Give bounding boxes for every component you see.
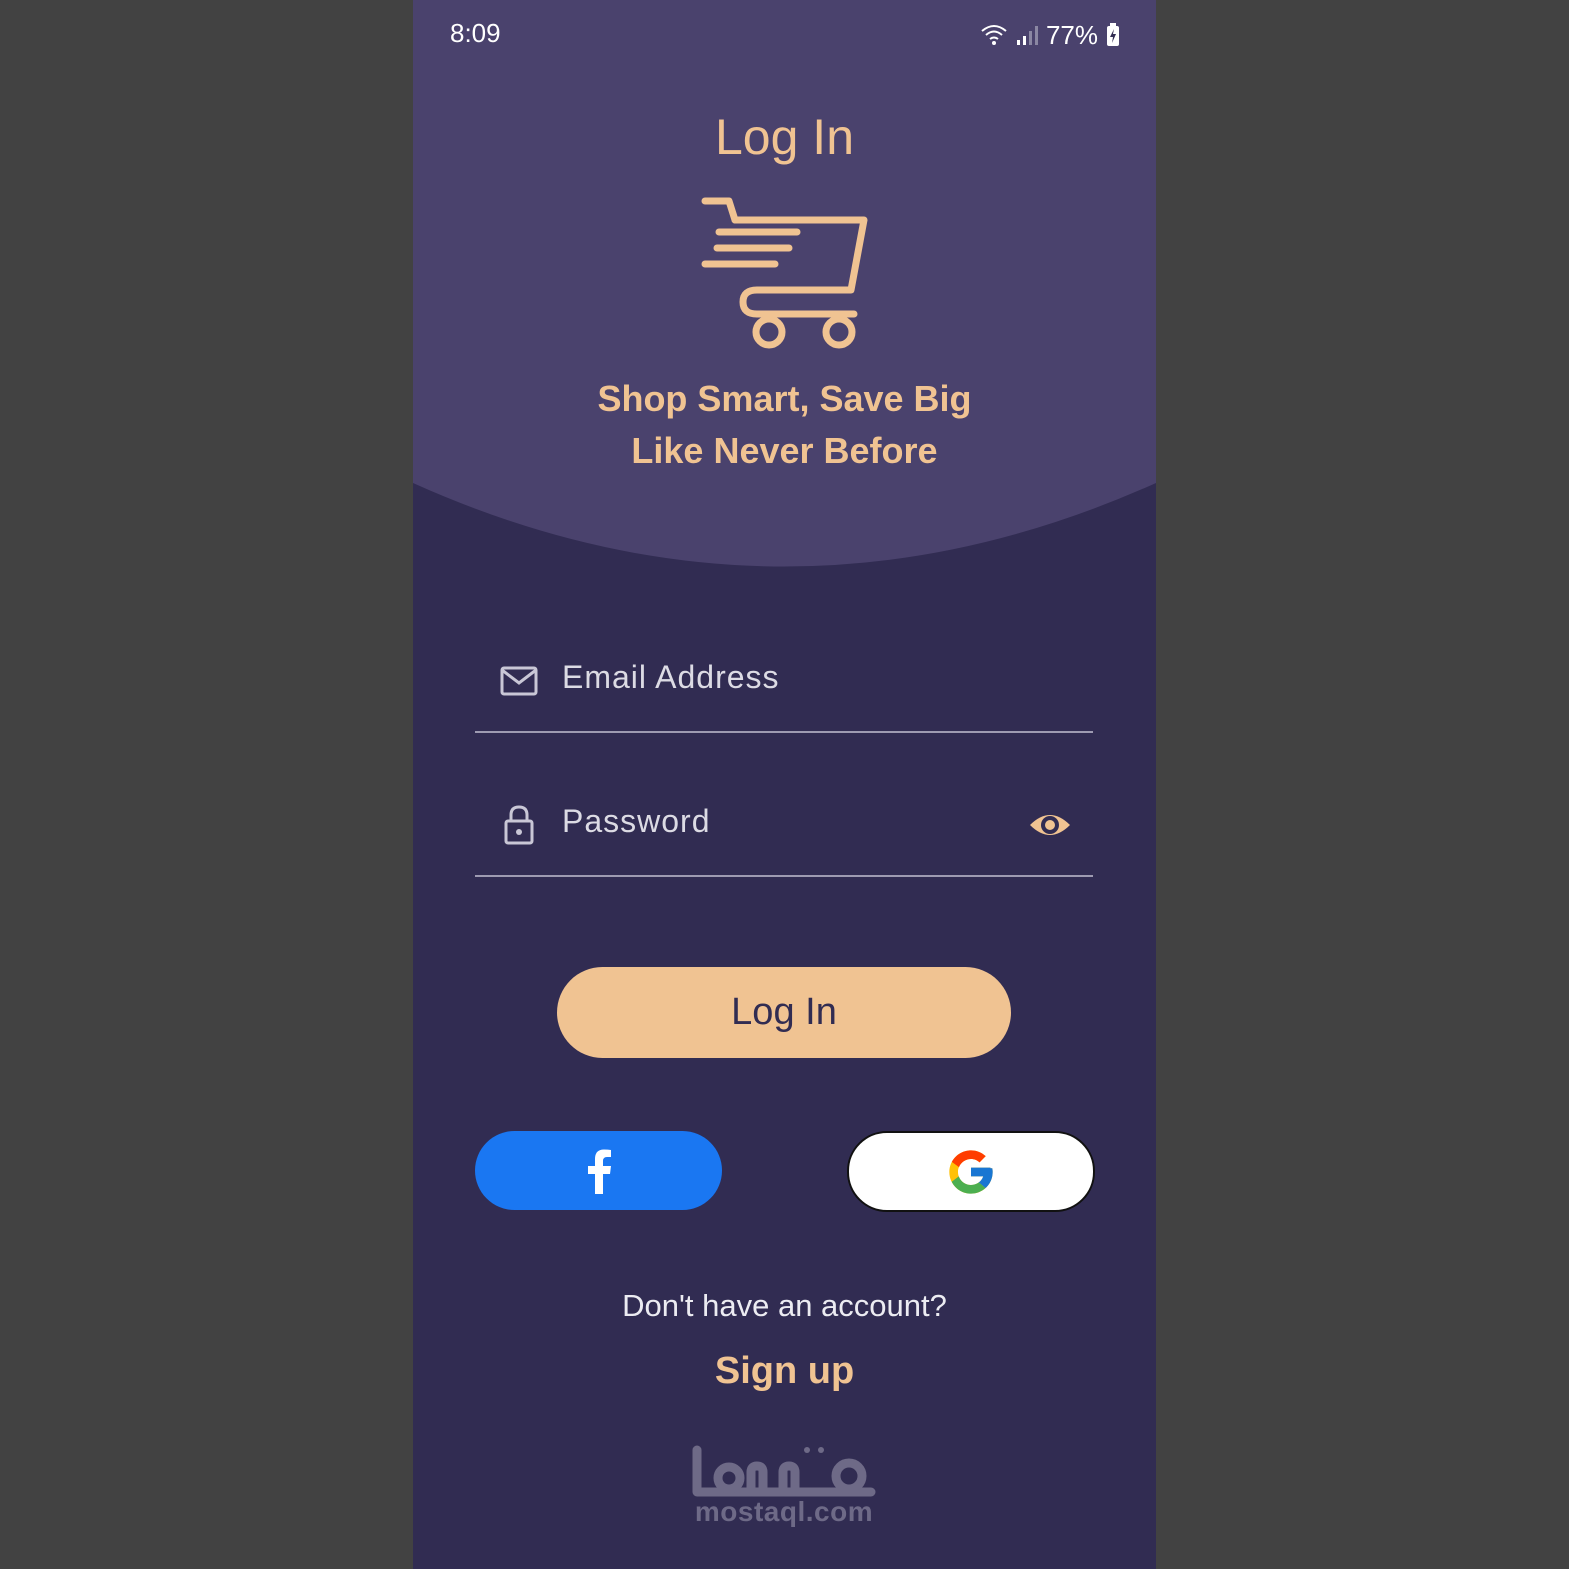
eye-icon[interactable] xyxy=(1027,803,1073,847)
watermark: mostaql.com xyxy=(684,1440,884,1540)
shopping-cart-icon xyxy=(701,197,868,349)
tagline-line-1: Shop Smart, Save Big xyxy=(597,378,972,419)
email-input[interactable] xyxy=(562,659,1002,696)
page-title: Log In xyxy=(714,109,854,165)
wifi-icon xyxy=(981,25,1007,45)
status-icons: 77% xyxy=(980,18,1120,52)
email-field[interactable] xyxy=(475,641,1093,733)
password-field[interactable] xyxy=(475,785,1093,877)
google-login-button[interactable] xyxy=(847,1131,1095,1212)
battery-percent: 77% xyxy=(1045,19,1098,50)
google-icon xyxy=(949,1149,993,1194)
lock-icon xyxy=(504,805,534,845)
facebook-login-button[interactable] xyxy=(475,1131,722,1210)
tagline-line-2: Like Never Before xyxy=(631,430,938,471)
battery-icon xyxy=(1107,23,1119,46)
watermark-logo xyxy=(692,1445,876,1497)
mail-icon xyxy=(500,666,538,696)
signal-icon xyxy=(1016,26,1038,45)
facebook-icon xyxy=(587,1149,611,1194)
watermark-text: mostaql.com xyxy=(694,1496,874,1527)
no-account-text: Don't have an account? xyxy=(622,1288,947,1323)
login-button[interactable]: Log In xyxy=(557,967,1011,1058)
phone-screen: 8:09 77% Log In Shop Smart, Save Big Lik… xyxy=(413,0,1156,1569)
status-time: 8:09 xyxy=(450,18,501,48)
signup-link[interactable]: Sign up xyxy=(413,1350,1156,1393)
password-input[interactable] xyxy=(562,803,1002,840)
